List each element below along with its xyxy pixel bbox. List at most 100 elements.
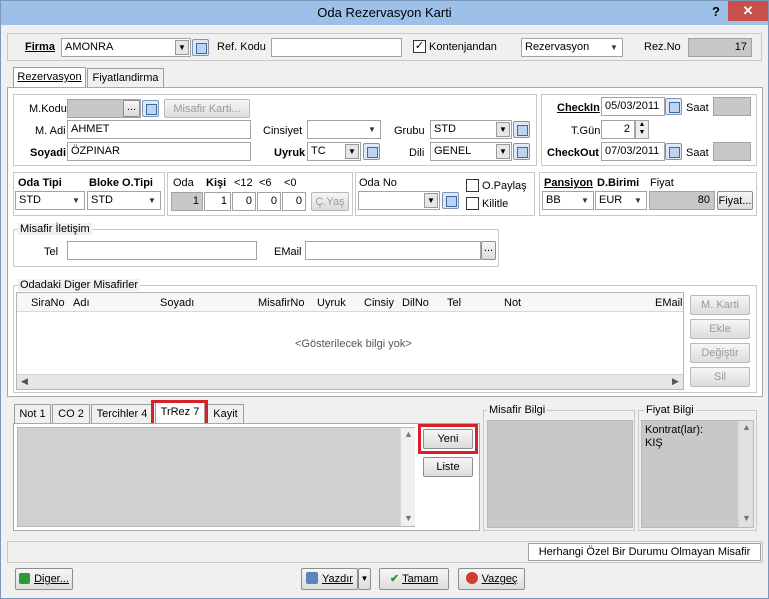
- yazdir-button[interactable]: Yazdır: [301, 568, 358, 590]
- odano-lookup-icon[interactable]: [442, 192, 459, 209]
- tab-fiyatlandirma-label: Fiyatlandirma: [92, 72, 159, 84]
- col-sirano[interactable]: SiraNo: [31, 296, 65, 310]
- lt12-count[interactable]: 0: [232, 192, 256, 211]
- soyadi-input[interactable]: ÖZPINAR: [67, 142, 251, 161]
- firma-lookup-icon[interactable]: [192, 39, 209, 56]
- tamam-button[interactable]: ✔ Tamam: [379, 568, 449, 590]
- col-not[interactable]: Not: [504, 296, 521, 310]
- tgun-input[interactable]: 2: [601, 120, 635, 139]
- trrez-vertical-scrollbar[interactable]: ▲ ▼: [400, 428, 415, 526]
- odatipi-value: STD: [19, 194, 41, 206]
- email-input[interactable]: [305, 241, 481, 260]
- calendar-icon[interactable]: [665, 143, 682, 160]
- madi-input[interactable]: AHMET: [67, 120, 251, 139]
- cyas-button[interactable]: Ç.Yaş: [311, 192, 349, 211]
- fiyat-bilgi-scrollbar[interactable]: ▲ ▼: [738, 421, 753, 527]
- scroll-up-icon[interactable]: ▲: [742, 422, 751, 432]
- grubu-lookup-icon[interactable]: [513, 121, 530, 138]
- liste-button[interactable]: Liste: [423, 457, 473, 477]
- scroll-up-icon[interactable]: ▲: [404, 429, 413, 439]
- type-select[interactable]: Rezervasyon ▼: [521, 38, 623, 57]
- chevron-down-icon: ▼: [368, 125, 376, 134]
- col-dilno[interactable]: DilNo: [402, 296, 429, 310]
- uyruk-lookup-icon[interactable]: [363, 143, 380, 160]
- scroll-right-icon[interactable]: ▶: [672, 376, 679, 387]
- ekle-button[interactable]: Ekle: [690, 319, 750, 339]
- yazdir-dropdown-icon[interactable]: ▼: [358, 568, 371, 590]
- misafir-bilgi-box: [487, 420, 633, 528]
- kontenjan-checkbox[interactable]: ✓: [413, 40, 426, 53]
- pansiyon-value: BB: [546, 194, 561, 206]
- oda-count[interactable]: 1: [171, 192, 203, 211]
- chevron-down-icon: ▼: [496, 122, 510, 137]
- dili-select[interactable]: GENEL ▼: [430, 142, 512, 161]
- others-grid[interactable]: SiraNo Adı Soyadı MisafirNo Uyruk Cinsiy…: [16, 292, 684, 390]
- refkodu-input[interactable]: [271, 38, 402, 57]
- col-soyadi[interactable]: Soyadı: [160, 296, 194, 310]
- scroll-down-icon[interactable]: ▼: [404, 513, 413, 523]
- tab-co[interactable]: CO 2: [52, 404, 90, 424]
- scroll-left-icon[interactable]: ◀: [21, 376, 28, 387]
- col-tel[interactable]: Tel: [447, 296, 461, 310]
- tab-tercihler-label: Tercihler 4: [96, 408, 148, 420]
- col-adi[interactable]: Adı: [73, 296, 90, 310]
- checkin-saat-input[interactable]: [713, 97, 751, 116]
- lt6-count[interactable]: 0: [257, 192, 281, 211]
- checkout-saat-input[interactable]: [713, 142, 751, 161]
- vazgec-button[interactable]: Vazgeç: [458, 568, 525, 590]
- horizontal-scrollbar[interactable]: ◀ ▶: [17, 374, 683, 389]
- tel-input[interactable]: [67, 241, 257, 260]
- chevron-down-icon: ▼: [148, 196, 156, 205]
- tab-not[interactable]: Not 1: [14, 404, 51, 424]
- col-misafirno[interactable]: MisafirNo: [258, 296, 304, 310]
- col-email[interactable]: EMail: [655, 296, 683, 310]
- mkodu-label: M.Kodu: [29, 103, 67, 115]
- misafir-karti-button[interactable]: Misafir Karti...: [164, 99, 250, 118]
- soyadi-label: Soyadi: [30, 147, 67, 159]
- cinsiyet-select[interactable]: ▼: [307, 120, 381, 139]
- close-button[interactable]: ✕: [728, 1, 768, 21]
- tab-rezervasyon[interactable]: Rezervasyon: [13, 67, 86, 88]
- dili-lookup-icon[interactable]: [513, 143, 530, 160]
- trrez-list[interactable]: [17, 427, 415, 527]
- kilitle-checkbox[interactable]: [466, 197, 479, 210]
- tab-kayit[interactable]: Kayit: [207, 404, 244, 424]
- mkodu-browse-button[interactable]: ...: [123, 100, 140, 117]
- fiyat-label: Fiyat: [650, 177, 674, 189]
- scroll-down-icon[interactable]: ▼: [742, 513, 751, 523]
- tgun-spinner[interactable]: ▲ ▼: [635, 120, 649, 139]
- vazgec-label: Vazgeç: [481, 573, 518, 585]
- grubu-label: Grubu: [394, 125, 425, 137]
- tab-rezervasyon-label: Rezervasyon: [17, 71, 82, 83]
- odatipi-select[interactable]: STD ▼: [15, 191, 85, 210]
- status-message: Herhangi Özel Bir Durumu Olmayan Misafir: [528, 543, 761, 561]
- opaylas-checkbox[interactable]: [466, 179, 479, 192]
- checkout-input[interactable]: 07/03/2011: [601, 142, 665, 161]
- kisi-count[interactable]: 1: [204, 192, 231, 211]
- mkarti-button[interactable]: M. Karti: [690, 295, 750, 315]
- calendar-icon[interactable]: [665, 98, 682, 115]
- lt6-label: <6: [259, 177, 272, 189]
- kisi-label: Kişi: [206, 177, 227, 189]
- pansiyon-select[interactable]: BB ▼: [542, 191, 594, 210]
- col-uyruk[interactable]: Uyruk: [317, 296, 346, 310]
- col-cinsiy[interactable]: Cinsiy: [364, 296, 394, 310]
- grubu-select[interactable]: STD ▼: [430, 120, 512, 139]
- chevron-down-icon: ▼: [634, 196, 642, 205]
- odano-select[interactable]: ▼: [358, 191, 440, 210]
- checkin-input[interactable]: 05/03/2011: [601, 97, 665, 116]
- email-browse-button[interactable]: ...: [481, 241, 496, 260]
- firma-select[interactable]: AMONRA ▼: [61, 38, 191, 57]
- tab-tercihler[interactable]: Tercihler 4: [91, 404, 153, 424]
- mkodu-lookup-icon[interactable]: [142, 100, 159, 117]
- tab-fiyatlandirma[interactable]: Fiyatlandirma: [87, 68, 164, 88]
- bloke-select[interactable]: STD ▼: [87, 191, 161, 210]
- degistir-button[interactable]: Değiştir: [690, 343, 750, 363]
- diger-button[interactable]: Diger...: [15, 568, 73, 590]
- sil-button[interactable]: Sil: [690, 367, 750, 387]
- lt0-count[interactable]: 0: [282, 192, 306, 211]
- uyruk-select[interactable]: TC ▼: [307, 142, 361, 161]
- help-icon[interactable]: ?: [705, 1, 727, 25]
- fiyat-button[interactable]: Fiyat...: [717, 191, 753, 210]
- dbirimi-select[interactable]: EUR ▼: [595, 191, 647, 210]
